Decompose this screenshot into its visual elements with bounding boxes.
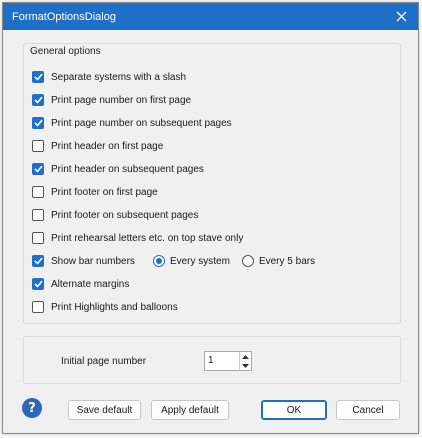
group-title: General options bbox=[30, 46, 101, 57]
window-title: FormatOptionsDialog bbox=[12, 11, 116, 23]
apply-default-button[interactable]: Apply default bbox=[151, 400, 229, 420]
checkbox[interactable] bbox=[32, 94, 44, 106]
option-header-subsequent[interactable]: Print header on subsequent pages bbox=[32, 161, 204, 177]
option-label: Print Highlights and balloons bbox=[51, 301, 178, 313]
option-label: Print page number on subsequent pages bbox=[51, 117, 232, 129]
option-footer-first[interactable]: Print footer on first page bbox=[32, 184, 158, 200]
option-page-number-subsequent[interactable]: Print page number on subsequent pages bbox=[32, 115, 232, 131]
checkbox[interactable] bbox=[32, 232, 44, 244]
checkbox[interactable] bbox=[32, 301, 44, 313]
option-label: Print page number on first page bbox=[51, 94, 192, 106]
radio-every-5-bars[interactable]: Every 5 bars bbox=[241, 255, 316, 267]
help-button[interactable]: ? bbox=[22, 398, 42, 418]
save-default-button[interactable]: Save default bbox=[68, 400, 141, 420]
option-separate-systems[interactable]: Separate systems with a slash bbox=[32, 69, 186, 85]
initial-page-group: Initial page number 1 bbox=[23, 336, 401, 384]
option-rehearsal-letters[interactable]: Print rehearsal letters etc. on top stav… bbox=[32, 230, 243, 246]
spin-down-button[interactable] bbox=[240, 361, 251, 370]
checkbox[interactable] bbox=[32, 278, 44, 290]
cancel-button[interactable]: Cancel bbox=[336, 400, 400, 420]
checkbox[interactable] bbox=[32, 186, 44, 198]
help-icon: ? bbox=[28, 400, 36, 416]
chevron-up-icon bbox=[242, 354, 249, 359]
initial-page-label: Initial page number bbox=[61, 356, 147, 367]
option-label: Print rehearsal letters etc. on top stav… bbox=[51, 232, 244, 244]
checkbox[interactable] bbox=[32, 163, 44, 175]
ok-button[interactable]: OK bbox=[261, 400, 327, 420]
title-bar: FormatOptionsDialog bbox=[3, 3, 418, 30]
option-highlights-balloons[interactable]: Print Highlights and balloons bbox=[32, 299, 178, 315]
option-label: Print footer on first page bbox=[51, 186, 158, 198]
checkbox[interactable] bbox=[32, 209, 44, 221]
option-alternate-margins[interactable]: Alternate margins bbox=[32, 276, 129, 292]
radio-button[interactable] bbox=[241, 255, 254, 267]
radio-button[interactable] bbox=[152, 255, 165, 267]
checkbox[interactable] bbox=[32, 71, 44, 83]
option-label: Print footer on subsequent pages bbox=[51, 209, 199, 221]
option-label: Show bar numbers bbox=[51, 255, 135, 267]
option-label: Print header on subsequent pages bbox=[51, 163, 204, 175]
option-footer-subsequent[interactable]: Print footer on subsequent pages bbox=[32, 207, 198, 223]
general-options-group: General options Separate systems with a … bbox=[23, 43, 401, 324]
radio-label: Every system bbox=[169, 255, 230, 267]
close-icon bbox=[396, 11, 406, 22]
chevron-down-icon bbox=[242, 363, 249, 368]
initial-page-stepper[interactable]: 1 bbox=[204, 351, 252, 371]
checkbox[interactable] bbox=[32, 255, 44, 267]
option-show-bar-numbers[interactable]: Show bar numbers Every system Every 5 ba… bbox=[32, 253, 315, 269]
radio-every-system[interactable]: Every system bbox=[152, 255, 230, 267]
format-options-dialog: FormatOptionsDialog General options Sepa… bbox=[2, 2, 419, 434]
option-header-first[interactable]: Print header on first page bbox=[32, 138, 163, 154]
option-label: Print header on first page bbox=[51, 140, 164, 152]
radio-label: Every 5 bars bbox=[258, 255, 316, 267]
checkbox[interactable] bbox=[32, 140, 44, 152]
close-button[interactable] bbox=[384, 3, 418, 30]
option-label: Separate systems with a slash bbox=[51, 71, 187, 83]
spin-up-button[interactable] bbox=[240, 352, 251, 361]
option-label: Alternate margins bbox=[51, 278, 130, 290]
checkbox[interactable] bbox=[32, 117, 44, 129]
option-page-number-first[interactable]: Print page number on first page bbox=[32, 92, 191, 108]
initial-page-value[interactable]: 1 bbox=[205, 352, 239, 370]
